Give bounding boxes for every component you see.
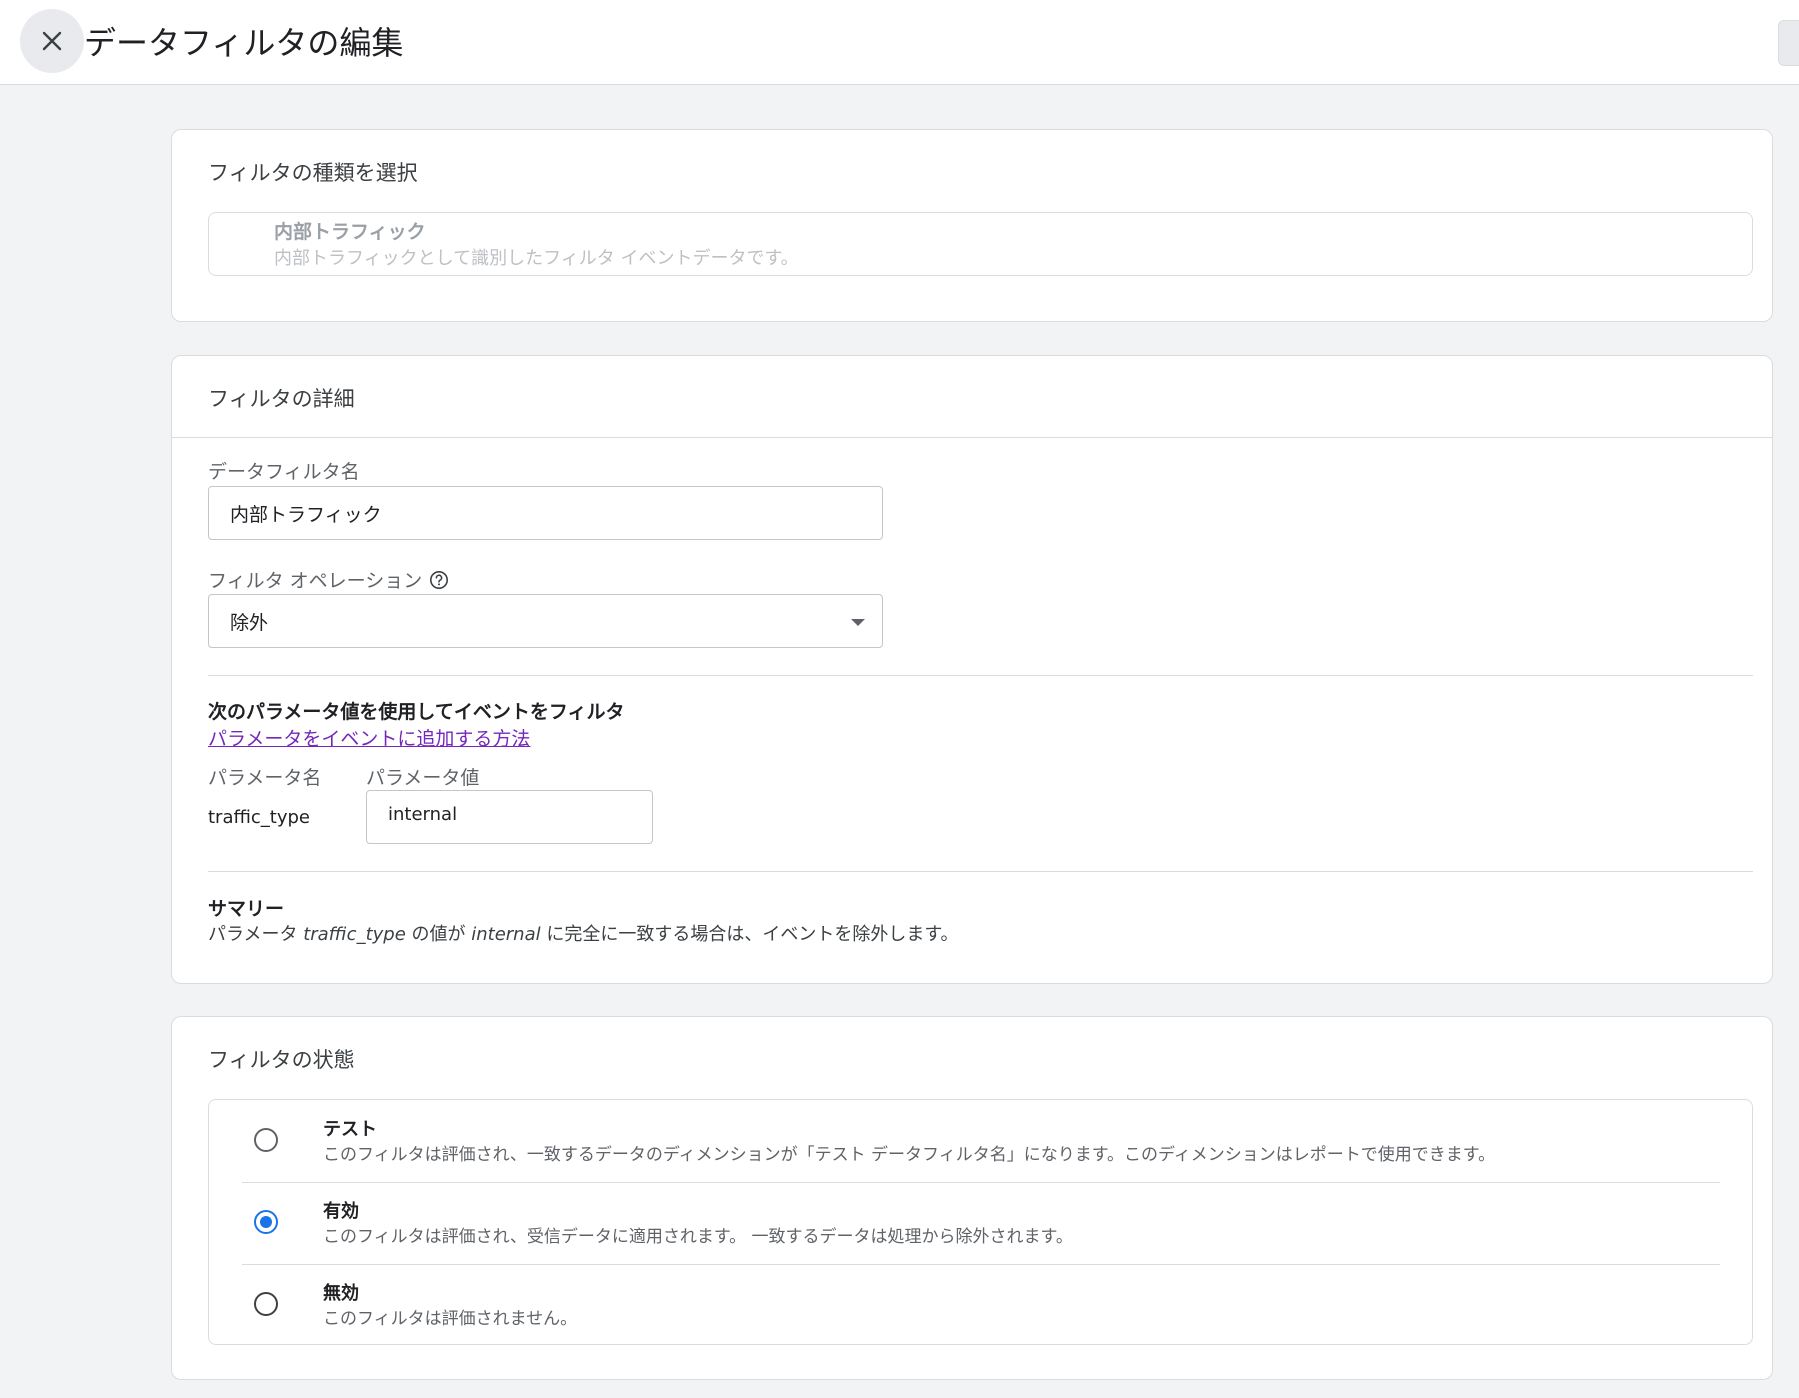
- filter-name-label: データフィルタ名: [208, 461, 360, 483]
- filter-type-option[interactable]: 内部トラフィック 内部トラフィックとして識別したフィルタ イベントデータです。: [208, 212, 1753, 276]
- filter-name-input[interactable]: 内部トラフィック: [208, 486, 883, 540]
- state-option-disabled[interactable]: 無効 このフィルタは評価されません。: [209, 1264, 1752, 1346]
- radio-checked-dot: [260, 1216, 272, 1228]
- summary-param: traffic_type: [303, 924, 406, 945]
- param-value-header: パラメータ値: [366, 767, 480, 789]
- filter-state-card: フィルタの状態 テスト このフィルタは評価され、一致するデータのディメンションが…: [171, 1016, 1773, 1380]
- filter-type-option-desc: 内部トラフィックとして識別したフィルタ イベントデータです。: [274, 248, 799, 269]
- param-value: internal: [388, 804, 458, 825]
- param-value-input[interactable]: internal: [366, 790, 653, 844]
- state-option-active[interactable]: 有効 このフィルタは評価され、受信データに適用されます。 一致するデータは処理か…: [209, 1182, 1752, 1264]
- state-option-desc: このフィルタは評価され、一致するデータのディメンションが「テスト データフィルタ…: [323, 1145, 1496, 1165]
- filter-state-title: フィルタの状態: [208, 1048, 355, 1072]
- help-icon[interactable]: [429, 570, 449, 590]
- param-help-link[interactable]: パラメータをイベントに追加する方法: [208, 724, 530, 751]
- dropdown-arrow-icon: [851, 619, 865, 626]
- page-title: データフィルタの編集: [84, 24, 404, 62]
- state-option-test[interactable]: テスト このフィルタは評価され、一致するデータのディメンションが「テスト データ…: [209, 1100, 1752, 1182]
- filter-operation-label: フィルタ オペレーション: [208, 566, 449, 593]
- filter-details-card: フィルタの詳細 データフィルタ名 内部トラフィック フィルタ オペレーション 除…: [171, 355, 1773, 984]
- filter-details-title: フィルタの詳細: [208, 387, 355, 411]
- save-button[interactable]: [1778, 20, 1799, 66]
- top-bar: データフィルタの編集: [0, 0, 1799, 85]
- radio-checked-icon[interactable]: [254, 1210, 278, 1234]
- summary-suffix: に完全に一致する場合は、イベントを除外します。: [540, 924, 959, 945]
- details-header-divider: [172, 437, 1772, 438]
- state-option-desc: このフィルタは評価されません。: [323, 1309, 578, 1329]
- close-button[interactable]: [20, 9, 84, 73]
- filter-operation-value: 除外: [230, 612, 269, 634]
- close-icon: [42, 31, 62, 51]
- filter-operation-label-text: フィルタ オペレーション: [208, 570, 423, 592]
- summary-value: internal: [471, 924, 541, 945]
- state-option-label: 無効: [323, 1283, 359, 1304]
- param-name-header: パラメータ名: [208, 767, 322, 789]
- param-name: traffic_type: [208, 807, 310, 828]
- summary-prefix: パラメータ: [208, 924, 304, 945]
- radio-unchecked-icon[interactable]: [254, 1128, 278, 1152]
- filter-name-value: 内部トラフィック: [230, 504, 382, 526]
- filter-type-title: フィルタの種類を選択: [208, 161, 418, 185]
- param-heading: 次のパラメータ値を使用してイベントをフィルタ: [208, 701, 625, 723]
- details-divider-1: [208, 675, 1753, 676]
- state-option-label: テスト: [323, 1119, 377, 1140]
- summary-middle: の値が: [405, 924, 472, 945]
- summary-heading: サマリー: [208, 898, 285, 920]
- state-option-desc: このフィルタは評価され、受信データに適用されます。 一致するデータは処理から除外…: [323, 1227, 1073, 1247]
- state-option-label: 有効: [323, 1201, 359, 1222]
- radio-unchecked-icon[interactable]: [254, 1292, 278, 1316]
- summary-text: パラメータ traffic_type の値が internal に完全に一致する…: [208, 920, 959, 946]
- filter-type-option-title: 内部トラフィック: [274, 221, 426, 243]
- filter-type-card: フィルタの種類を選択 内部トラフィック 内部トラフィックとして識別したフィルタ …: [171, 129, 1773, 322]
- filter-operation-select[interactable]: 除外: [208, 594, 883, 648]
- filter-state-radio-group: テスト このフィルタは評価され、一致するデータのディメンションが「テスト データ…: [208, 1099, 1753, 1345]
- details-divider-2: [208, 871, 1753, 872]
